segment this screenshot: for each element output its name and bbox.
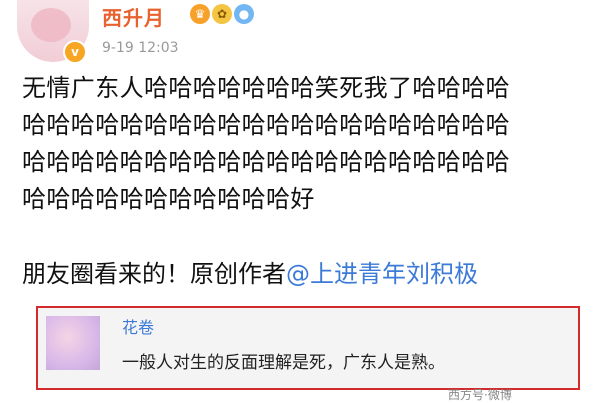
post-time: 9-19 12:03 — [102, 40, 179, 56]
avatar-image — [31, 8, 71, 42]
comment-avatar[interactable] — [46, 316, 100, 370]
comment-text: 一般人对生的反面理解是死，广东人是熟。 — [122, 353, 445, 373]
post-line-2: 哈哈哈哈哈哈哈哈哈哈哈哈哈哈哈哈哈哈哈哈 — [22, 111, 510, 139]
verified-v-icon: v — [63, 40, 87, 64]
post-credit: 朋友圈看来的！原创作者@上进青年刘积极 — [22, 254, 478, 289]
post-username[interactable]: 西升月 — [102, 2, 165, 31]
author-mention-link[interactable]: @上进青年刘积极 — [286, 260, 478, 288]
comment-username[interactable]: 花卷 — [122, 314, 154, 338]
flower-badge-icon[interactable]: ✿ — [212, 4, 232, 24]
balloon-badge-icon[interactable]: ● — [234, 4, 254, 24]
comment-card: 花卷 一般人对生的反面理解是死，广东人是熟。 — [36, 306, 580, 390]
post-line-4: 哈哈哈哈哈哈哈哈哈哈哈好 — [22, 185, 315, 213]
post-content: 无情广东人哈哈哈哈哈哈哈笑死我了哈哈哈哈 哈哈哈哈哈哈哈哈哈哈哈哈哈哈哈哈哈哈哈… — [22, 70, 578, 218]
user-badges: ♛ ✿ ● — [190, 4, 254, 24]
credit-prefix: 朋友圈看来的！原创作者 — [22, 260, 286, 288]
post-line-1: 无情广东人哈哈哈哈哈哈哈笑死我了哈哈哈哈 — [22, 74, 510, 102]
post-line-3: 哈哈哈哈哈哈哈哈哈哈哈哈哈哈哈哈哈哈哈哈 — [22, 148, 510, 176]
watermark: 西方号·微博 — [448, 388, 512, 402]
crown-badge-icon[interactable]: ♛ — [190, 4, 210, 24]
